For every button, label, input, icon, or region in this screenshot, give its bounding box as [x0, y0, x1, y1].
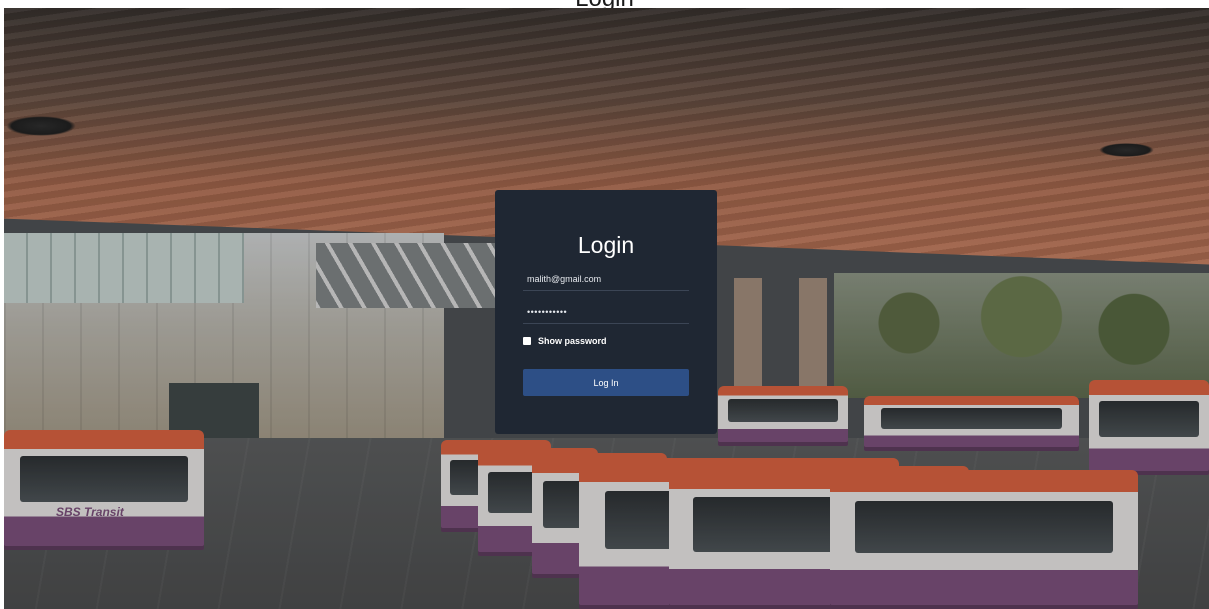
- email-field[interactable]: [523, 268, 689, 290]
- show-password-checkbox[interactable]: [523, 337, 531, 345]
- password-field[interactable]: [523, 301, 689, 323]
- show-password-label: Show password: [538, 336, 607, 346]
- password-field-wrapper: [523, 301, 689, 324]
- login-card: Login Show password Log In: [495, 190, 717, 434]
- email-field-wrapper: [523, 268, 689, 291]
- login-title: Login: [577, 232, 635, 258]
- login-button[interactable]: Log In: [523, 369, 689, 396]
- show-password-row[interactable]: Show password: [523, 335, 607, 347]
